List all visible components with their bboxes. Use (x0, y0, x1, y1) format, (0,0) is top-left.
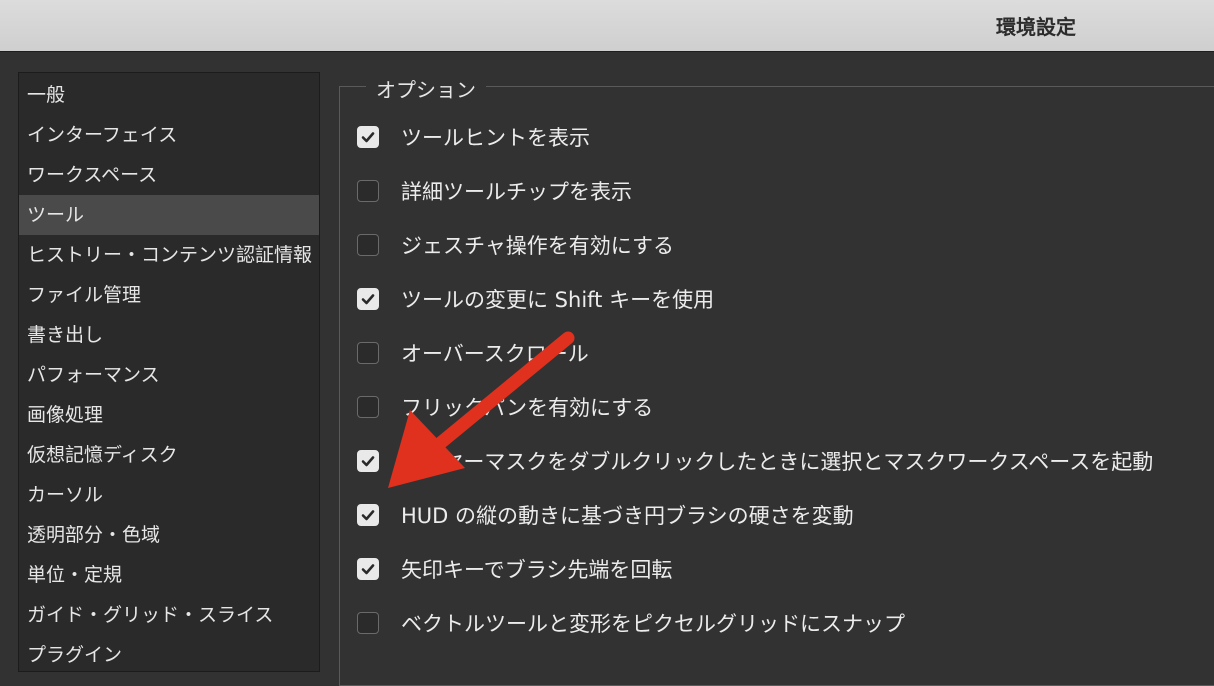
option-label: オーバースクロール (401, 342, 589, 366)
option-row[interactable]: ベクトルツールと変形をピクセルグリッドにスナップ (357, 608, 905, 638)
option-checkbox[interactable] (357, 126, 379, 148)
option-checkbox[interactable] (357, 288, 379, 310)
checkmark-icon (361, 510, 375, 521)
option-checkbox[interactable] (357, 450, 379, 472)
option-row[interactable]: フリックパンを有効にする (357, 392, 653, 422)
title-bar: 環境設定 (0, 0, 1214, 52)
sidebar-item[interactable]: インターフェイス (19, 115, 319, 155)
option-label: 矢印キーでブラシ先端を回転 (401, 558, 673, 582)
option-row[interactable]: オーバースクロール (357, 338, 589, 368)
sidebar-item-label: ツール (27, 204, 85, 226)
sidebar-item[interactable]: ファイル管理 (19, 275, 319, 315)
checkmark-icon (361, 294, 375, 305)
option-row[interactable]: 矢印キーでブラシ先端を回転 (357, 554, 672, 584)
sidebar-item[interactable]: 画像処理 (19, 395, 319, 435)
option-row[interactable]: ツールヒントを表示 (357, 122, 590, 152)
option-label: レイヤーマスクをダブルクリックしたときに選択とマスクワークスペースを起動 (401, 450, 1154, 474)
sidebar-list: 一般インターフェイス ワークスペース ツールヒストリー・コンテンツ認証情報 ファイル管… (19, 73, 319, 671)
sidebar-item[interactable]: 書き出し (19, 315, 319, 355)
option-row[interactable]: ツールの変更に Shift キーを使用 (357, 284, 714, 314)
sidebar-item[interactable]: 一般 (19, 75, 319, 115)
sidebar-item[interactable]: ワークスペース (19, 155, 319, 195)
sidebar-item-label: 単位・定規 (27, 564, 123, 586)
sidebar-item[interactable]: パフォーマンス (19, 355, 319, 395)
option-row[interactable]: レイヤーマスクをダブルクリックしたときに選択とマスクワークスペースを起動 (357, 446, 1153, 476)
option-checkbox[interactable] (357, 234, 379, 256)
sidebar-item[interactable]: 単位・定規 (19, 555, 319, 595)
option-row[interactable]: HUD の縦の動きに基づき円ブラシの硬さを変動 (357, 500, 854, 530)
checkmark-icon (361, 456, 375, 467)
option-checkbox[interactable] (357, 612, 379, 634)
option-label: ベクトルツールと変形をピクセルグリッドにスナップ (401, 612, 905, 636)
sidebar-item-label: ガイド・グリッド・スライス (27, 604, 274, 626)
sidebar-item-label: ファイル管理 (27, 284, 142, 306)
option-label: ツールの変更に Shift キーを使用 (401, 288, 715, 312)
preferences-sidebar: 一般インターフェイス ワークスペース ツールヒストリー・コンテンツ認証情報 ファイル管… (18, 72, 320, 672)
option-label: ツールヒントを表示 (401, 126, 590, 150)
sidebar-item-label: ヒストリー・コンテンツ認証情報 (27, 244, 313, 266)
sidebar-item[interactable]: カーソル (19, 475, 319, 515)
option-label: フリックパンを有効にする (401, 396, 654, 420)
option-label: HUD の縦の動きに基づき円ブラシの硬さを変動 (401, 504, 854, 528)
option-row[interactable]: 詳細ツールチップを表示 (357, 176, 632, 206)
sidebar-item-label: 透明部分・色域 (27, 524, 161, 546)
option-checkbox[interactable] (357, 396, 379, 418)
sidebar-item[interactable]: 仮想記憶ディスク (19, 435, 319, 475)
option-checkbox[interactable] (357, 342, 379, 364)
sidebar-item[interactable]: 透明部分・色域 (19, 515, 319, 555)
option-checkbox[interactable] (357, 558, 379, 580)
sidebar-item-label: 一般 (27, 84, 66, 106)
option-label: 詳細ツールチップを表示 (401, 180, 632, 204)
sidebar-item-label: 書き出し (27, 324, 104, 346)
sidebar-item[interactable]: ガイド・グリッド・スライス (19, 595, 319, 635)
option-checkbox[interactable] (357, 504, 379, 526)
checkmark-icon (361, 564, 375, 575)
option-label: ジェスチャ操作を有効にする (401, 234, 674, 258)
sidebar-item-label: 仮想記憶ディスク (27, 444, 178, 466)
sidebar-item-label: カーソル (27, 484, 104, 506)
sidebar-item[interactable]: ヒストリー・コンテンツ認証情報 (19, 235, 319, 275)
sidebar-item-label: パフォーマンス (27, 364, 160, 386)
options-group-label: オプション (366, 74, 486, 103)
option-checkbox[interactable] (357, 180, 379, 202)
option-row[interactable]: ジェスチャ操作を有効にする (357, 230, 674, 260)
checkmark-icon (361, 132, 375, 143)
sidebar-item[interactable]: ツール (19, 195, 319, 235)
sidebar-item-label: 画像処理 (27, 404, 104, 426)
sidebar-item-label: インターフェイス (27, 124, 178, 146)
sidebar-item[interactable]: プラグイン (19, 635, 319, 671)
sidebar-item-label: プラグイン (27, 644, 123, 666)
window-title: 環境設定 (996, 15, 1076, 39)
sidebar-item-label: ワークスペース (27, 164, 158, 186)
